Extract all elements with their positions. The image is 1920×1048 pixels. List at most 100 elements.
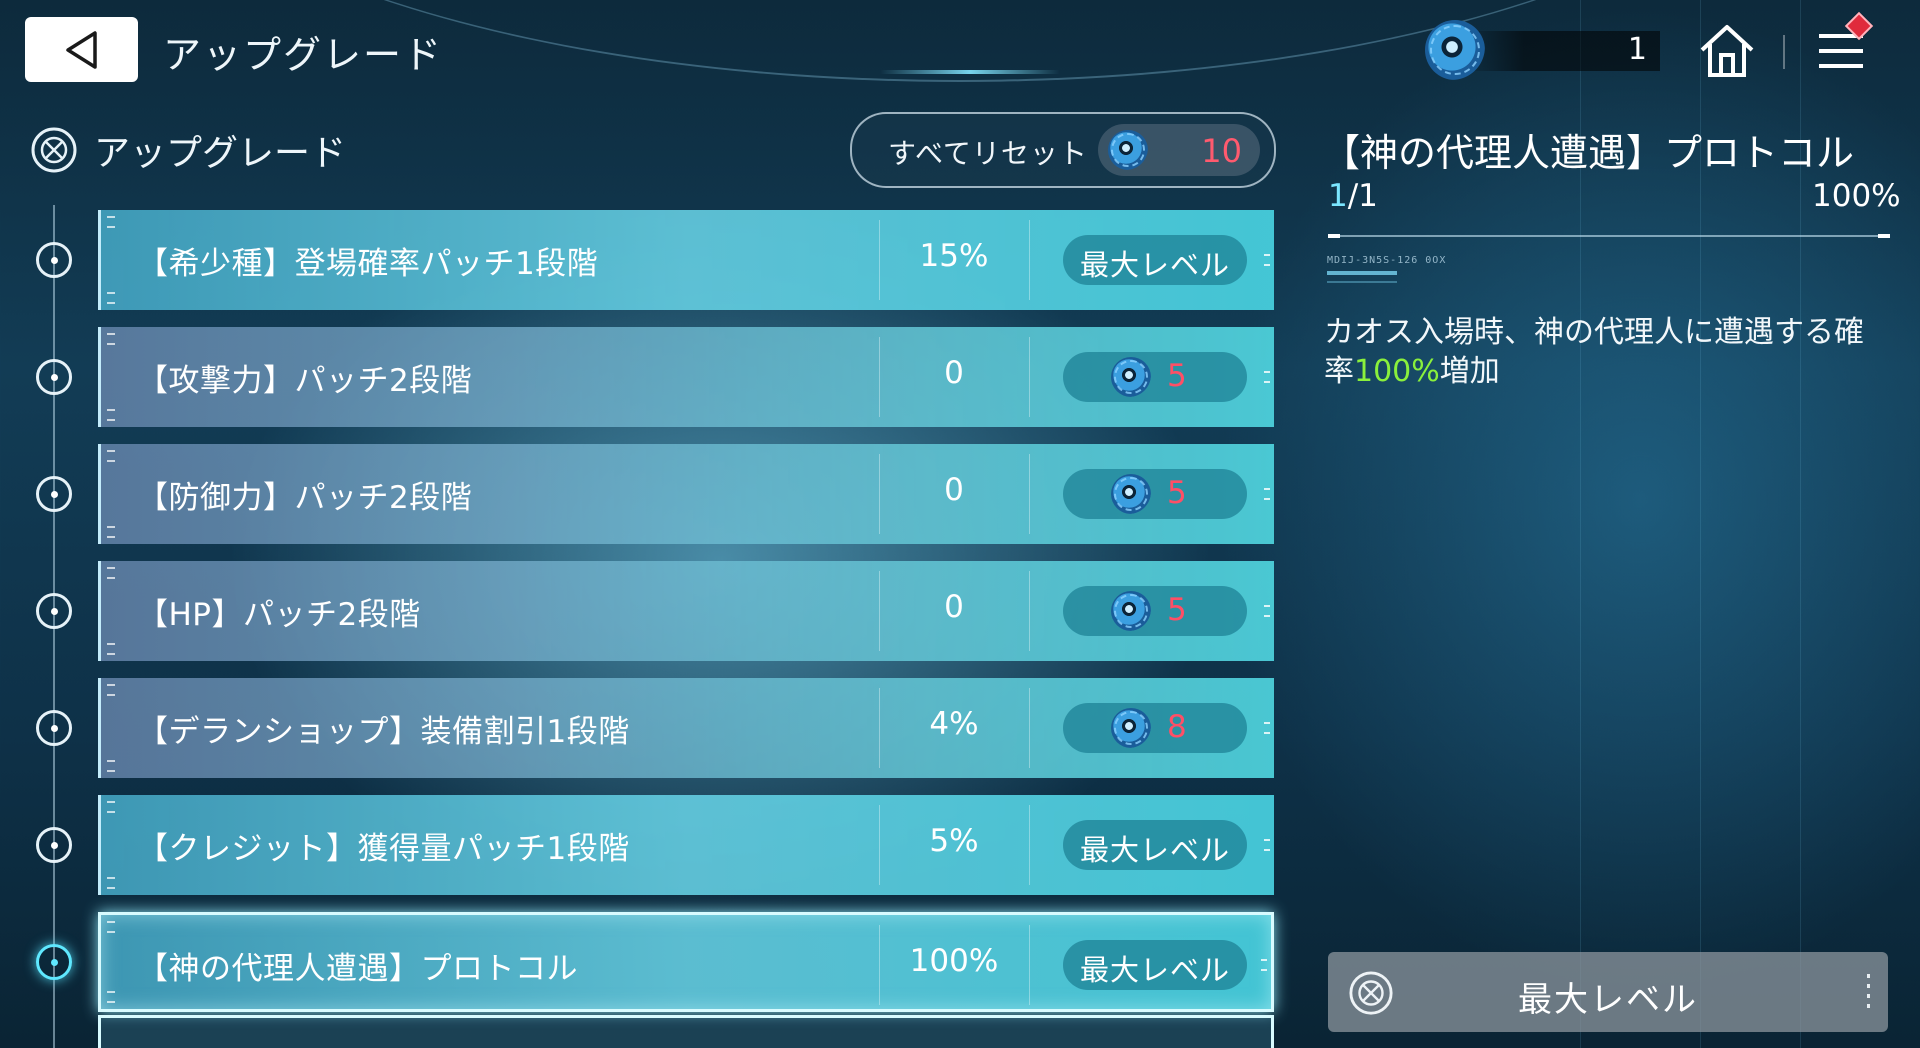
upgrade-name: 【神の代理人遭遇】プロトコル <box>137 951 578 987</box>
upgrade-name: 【攻撃力】パッチ2段階 <box>137 363 473 399</box>
divider <box>1029 337 1030 417</box>
upgrade-cost: 5 <box>1167 475 1187 511</box>
decorative-ticks <box>1261 959 1267 971</box>
reset-cost: 10 <box>1098 124 1260 176</box>
detail-level-total: /1 <box>1347 178 1378 214</box>
decorative-ticks <box>1264 605 1270 617</box>
detail-description: カオス入場時、神の代理人に遭遇する確率100%増加 <box>1324 313 1890 391</box>
upgrade-value: 15% <box>919 238 989 274</box>
timeline-node <box>36 944 72 980</box>
description-suffix: 増加 <box>1439 354 1500 389</box>
blue-flower-coin-icon <box>1111 708 1151 748</box>
description-highlight: 100% <box>1354 354 1440 389</box>
target-reticle-icon <box>31 127 77 173</box>
divider <box>1029 805 1030 885</box>
decorative-ticks <box>107 526 115 538</box>
decorative-ticks <box>107 877 115 889</box>
upgrade-cost-button[interactable]: 5 <box>1063 352 1247 402</box>
currency-display: 1 <box>1425 20 1665 80</box>
reset-all-button[interactable]: すべてリセット 10 <box>850 112 1276 188</box>
upgrade-row[interactable]: 【クレジット】獲得量パッチ1段階 5% 最大レベル <box>98 795 1274 895</box>
upgrade-row[interactable]: 【防御力】パッチ2段階 0 5 <box>98 444 1274 544</box>
detail-percent: 100% <box>1812 178 1901 214</box>
decorative-bar <box>1327 281 1397 283</box>
timeline-node <box>36 359 72 395</box>
timeline-node <box>36 476 72 512</box>
divider <box>1029 688 1030 768</box>
upgrade-name: 【防御力】パッチ2段階 <box>137 480 473 516</box>
upgrade-row[interactable]: 【デランショップ】装備割引1段階 4% 8 <box>98 678 1274 778</box>
back-button[interactable] <box>25 17 138 82</box>
detail-progress-bar <box>1328 234 1890 238</box>
divider <box>1029 454 1030 534</box>
decorative-ticks <box>107 567 115 579</box>
upgrade-row-partial[interactable] <box>98 1015 1274 1048</box>
divider <box>1029 571 1030 651</box>
detail-code: MDIJ-3N5S-126 0OX <box>1327 255 1447 266</box>
upgrade-cost: 5 <box>1167 358 1187 394</box>
upgrade-value: 4% <box>929 706 979 742</box>
page-title: アップグレード <box>163 33 444 77</box>
divider <box>879 571 880 651</box>
blue-flower-coin-icon <box>1111 591 1151 631</box>
currency-count: 1 <box>1627 32 1647 67</box>
home-icon[interactable] <box>1698 22 1756 80</box>
max-level-label: 最大レベル <box>1518 980 1698 1020</box>
divider <box>879 925 880 1005</box>
upgrade-name: 【デランショップ】装備割引1段階 <box>137 714 630 750</box>
back-triangle-icon <box>65 30 97 69</box>
divider <box>879 220 880 300</box>
decorative-bar <box>1327 271 1397 275</box>
header-separator <box>1783 35 1785 69</box>
decorative-ticks <box>1264 488 1270 500</box>
decorative-dots <box>1867 974 1870 1010</box>
decorative-ticks <box>107 292 115 304</box>
max-level-button[interactable]: 最大レベル <box>1328 952 1888 1032</box>
upgrade-name: 【HP】パッチ2段階 <box>137 597 421 633</box>
reset-all-label: すべてリセット <box>888 137 1088 170</box>
max-level-label: 最大レベル <box>1079 833 1230 867</box>
timeline-node <box>36 827 72 863</box>
max-level-label: 最大レベル <box>1079 953 1230 987</box>
upgrade-cost-button[interactable]: 8 <box>1063 703 1247 753</box>
decorative-ticks <box>1264 254 1270 266</box>
timeline-node <box>36 593 72 629</box>
reset-cost-value: 10 <box>1201 132 1242 170</box>
upgrade-name: 【希少種】登場確率パッチ1段階 <box>137 246 599 282</box>
decorative-ticks <box>107 760 115 772</box>
upgrade-cost-button[interactable]: 5 <box>1063 469 1247 519</box>
divider <box>879 805 880 885</box>
max-level-label: 最大レベル <box>1079 248 1230 282</box>
upgrade-row[interactable]: 【神の代理人遭遇】プロトコル 100% 最大レベル <box>98 912 1274 1012</box>
detail-level: 1/1 <box>1328 178 1378 214</box>
upgrade-value: 100% <box>909 943 999 979</box>
upgrade-cost: 8 <box>1167 709 1187 745</box>
blue-flower-coin-icon <box>1108 130 1148 170</box>
max-level-badge: 最大レベル <box>1063 940 1247 990</box>
divider <box>1029 925 1030 1005</box>
decorative-ticks <box>107 921 115 933</box>
decorative-ticks <box>107 991 115 1003</box>
upgrade-row[interactable]: 【希少種】登場確率パッチ1段階 15% 最大レベル <box>98 210 1274 310</box>
decorative-glow <box>880 70 1060 74</box>
timeline-node <box>36 242 72 278</box>
upgrade-value: 0 <box>944 589 964 625</box>
blue-flower-coin-icon <box>1111 474 1151 514</box>
section-label: アップグレード <box>94 133 347 174</box>
decorative-ticks <box>107 643 115 655</box>
divider <box>879 337 880 417</box>
max-level-badge: 最大レベル <box>1063 820 1247 870</box>
decorative-ticks <box>1264 722 1270 734</box>
detail-title: 【神の代理人遭遇】プロトコル <box>1322 131 1855 175</box>
decorative-ticks <box>107 409 115 421</box>
decorative-ticks <box>107 333 115 345</box>
detail-level-current: 1 <box>1328 178 1348 214</box>
decorative-ticks <box>1264 371 1270 383</box>
timeline-node <box>36 710 72 746</box>
decorative-ticks <box>1264 839 1270 851</box>
upgrade-cost-button[interactable]: 5 <box>1063 586 1247 636</box>
upgrade-row[interactable]: 【攻撃力】パッチ2段階 0 5 <box>98 327 1274 427</box>
upgrade-row[interactable]: 【HP】パッチ2段階 0 5 <box>98 561 1274 661</box>
decorative-ticks <box>107 801 115 813</box>
hamburger-menu-icon[interactable] <box>1815 11 1874 74</box>
